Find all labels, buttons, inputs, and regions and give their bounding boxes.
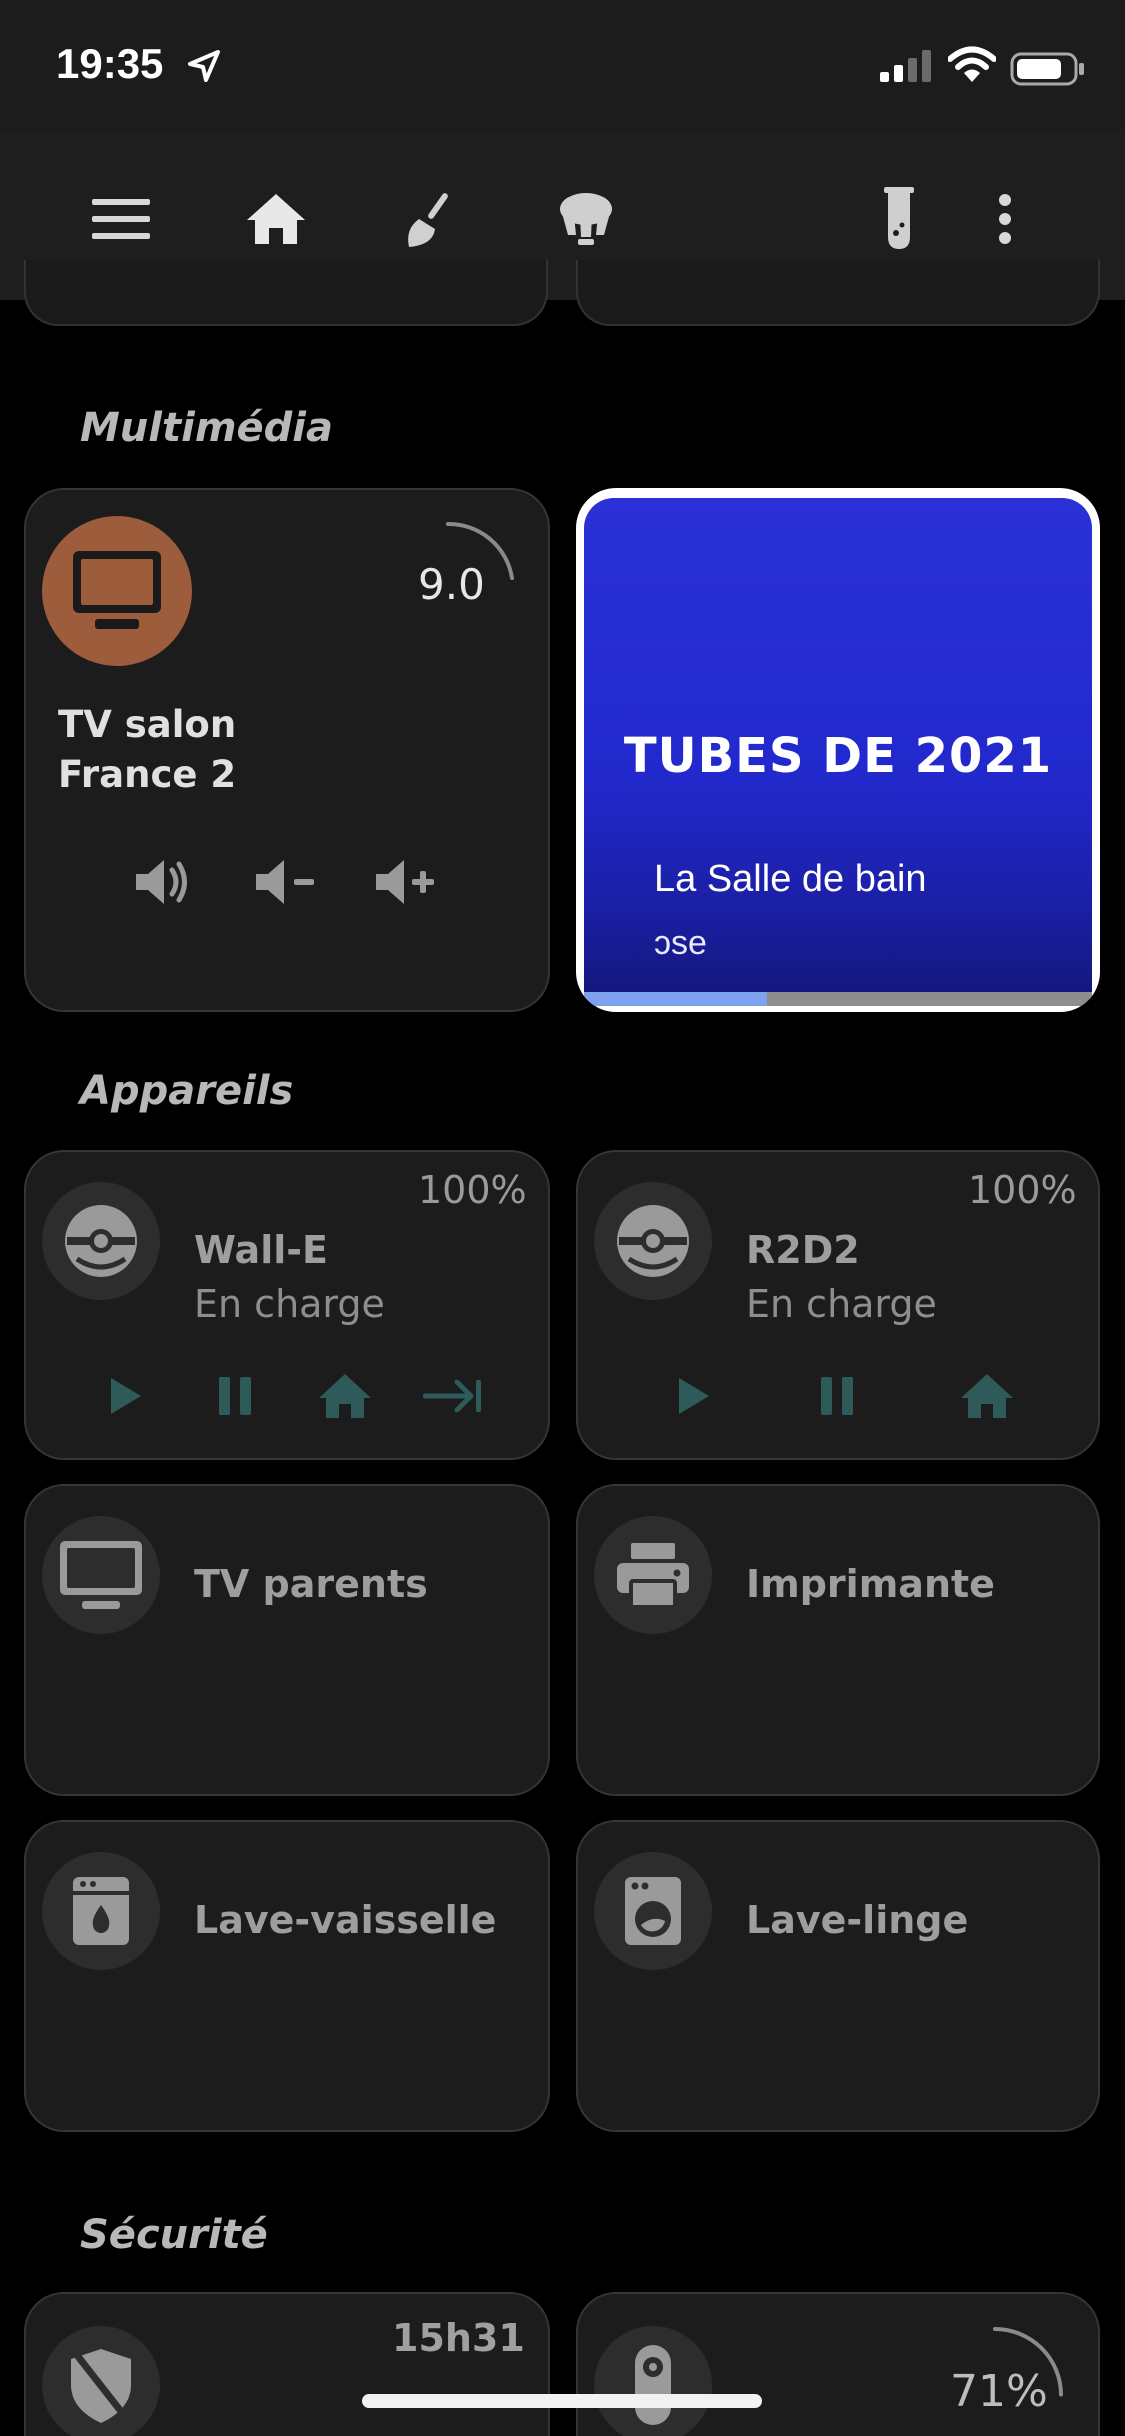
tv-parents-icon-circle[interactable] bbox=[42, 1516, 160, 1634]
status-bar: 19:35 bbox=[0, 0, 1125, 132]
lave-vaisselle-icon-circle[interactable] bbox=[42, 1852, 160, 1970]
play-icon[interactable] bbox=[660, 1366, 726, 1426]
wall-e-battery: 100% bbox=[418, 1168, 527, 1212]
skip-to-end-icon[interactable] bbox=[420, 1366, 486, 1426]
more-vertical-icon[interactable] bbox=[970, 184, 1040, 254]
section-title-securite: Sécurité bbox=[80, 2212, 268, 2258]
section-title-multimedia: Multimédia bbox=[80, 405, 333, 451]
printer-icon bbox=[617, 1543, 689, 1609]
dishwasher-icon bbox=[73, 1877, 129, 1945]
wifi-icon bbox=[947, 46, 997, 88]
tv-salon-source: France 2 bbox=[58, 753, 237, 796]
r2d2-icon-circle[interactable] bbox=[594, 1182, 712, 1300]
media-title: La Salle de bain bbox=[654, 858, 927, 900]
home-indicator[interactable] bbox=[362, 2394, 762, 2408]
partial-card-left bbox=[24, 260, 548, 326]
cellular-signal-icon bbox=[880, 50, 936, 86]
sensor-percent: 71% bbox=[950, 2366, 1048, 2417]
r2d2-status: En charge bbox=[746, 1282, 937, 1326]
pause-icon[interactable] bbox=[804, 1366, 870, 1426]
media-subtitle: ɔse bbox=[654, 924, 707, 962]
alarm-icon-circle[interactable] bbox=[42, 2326, 160, 2436]
return-home-icon[interactable] bbox=[312, 1366, 378, 1426]
return-home-icon[interactable] bbox=[954, 1366, 1020, 1426]
volume-mute-icon[interactable] bbox=[128, 852, 198, 912]
wall-e-status: En charge bbox=[194, 1282, 385, 1326]
album-artwork: TUBES DE 2021 La Salle de bain ɔse bbox=[584, 498, 1092, 1006]
play-icon[interactable] bbox=[92, 1366, 158, 1426]
r2d2-name: R2D2 bbox=[746, 1228, 860, 1272]
lave-linge-icon-circle[interactable] bbox=[594, 1852, 712, 1970]
lave-linge-name: Lave-linge bbox=[746, 1898, 969, 1942]
location-arrow-icon bbox=[186, 48, 222, 88]
artwork-headline: TUBES DE 2021 bbox=[623, 728, 1053, 784]
section-title-appareils: Appareils bbox=[80, 1068, 294, 1114]
test-tube-icon[interactable] bbox=[864, 184, 934, 254]
tv-volume-value: 9.0 bbox=[418, 560, 485, 609]
tv-salon-title: TV salon France 2 bbox=[58, 700, 236, 800]
shield-off-icon bbox=[70, 2348, 135, 2425]
r2d2-battery: 100% bbox=[968, 1168, 1077, 1212]
tv-salon-name: TV salon bbox=[58, 703, 237, 746]
television-icon bbox=[60, 1541, 142, 1609]
volume-down-icon[interactable] bbox=[250, 852, 320, 912]
lamp-icon[interactable] bbox=[551, 184, 621, 254]
media-progress-fill bbox=[584, 992, 767, 1006]
lave-vaisselle-name: Lave-vaisselle bbox=[194, 1898, 497, 1942]
wall-e-icon-circle[interactable] bbox=[42, 1182, 160, 1300]
wall-e-name: Wall-E bbox=[194, 1228, 328, 1272]
broom-icon[interactable] bbox=[396, 184, 466, 254]
status-time: 19:35 bbox=[56, 40, 164, 87]
pause-icon[interactable] bbox=[202, 1366, 268, 1426]
imprimante-icon-circle[interactable] bbox=[594, 1516, 712, 1634]
media-player-card[interactable]: TUBES DE 2021 La Salle de bain ɔse bbox=[576, 488, 1100, 1012]
home-icon[interactable] bbox=[241, 184, 311, 254]
menu-icon[interactable] bbox=[86, 184, 156, 254]
media-progress-bar[interactable] bbox=[584, 992, 1092, 1006]
motion-sensor-icon bbox=[635, 2345, 671, 2425]
battery-icon bbox=[1010, 52, 1086, 90]
television-icon bbox=[73, 551, 161, 629]
alarm-time: 15h31 bbox=[392, 2316, 525, 2360]
sensor-icon-circle[interactable] bbox=[594, 2326, 712, 2436]
imprimante-name: Imprimante bbox=[746, 1562, 995, 1606]
tv-salon-icon-circle[interactable] bbox=[42, 516, 192, 666]
washing-machine-icon bbox=[625, 1877, 681, 1945]
robot-vacuum-icon bbox=[617, 1205, 689, 1277]
robot-vacuum-icon bbox=[65, 1205, 137, 1277]
volume-up-icon[interactable] bbox=[370, 852, 440, 912]
tv-parents-name: TV parents bbox=[194, 1562, 428, 1606]
partial-card-right bbox=[576, 260, 1100, 326]
